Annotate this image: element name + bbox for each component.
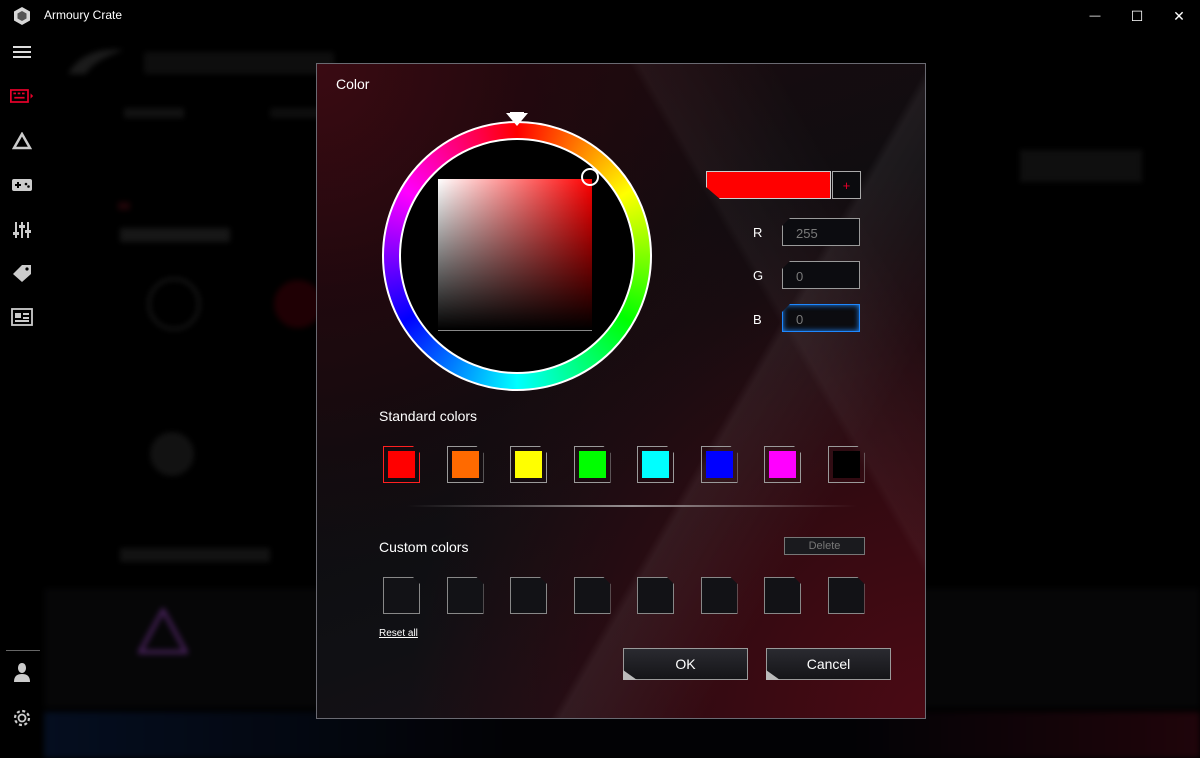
custom-colors-label: Custom colors: [379, 539, 469, 555]
user-icon[interactable]: [10, 660, 34, 684]
close-button[interactable]: ✕: [1158, 0, 1200, 32]
standard-color-swatch[interactable]: [574, 446, 611, 483]
standard-colors-label: Standard colors: [379, 408, 478, 424]
green-label: G: [753, 268, 764, 283]
swatch-color-fill: [706, 451, 733, 478]
cancel-button[interactable]: Cancel: [766, 648, 891, 680]
swatch-color-fill: [452, 451, 479, 478]
delete-button[interactable]: Delete: [784, 537, 865, 555]
equalizer-icon[interactable]: [10, 218, 34, 242]
blue-label: B: [753, 312, 762, 327]
section-divider: [407, 505, 857, 507]
maximize-icon: ☐: [1130, 7, 1144, 24]
standard-color-swatch[interactable]: [447, 446, 484, 483]
standard-color-swatch[interactable]: [828, 446, 865, 483]
aura-sync-icon[interactable]: [10, 129, 34, 153]
red-input[interactable]: 255: [782, 218, 860, 246]
keyboard-device-icon[interactable]: [10, 84, 34, 108]
custom-color-slot[interactable]: [637, 577, 674, 614]
close-icon: ✕: [1173, 7, 1185, 24]
green-input[interactable]: 0: [782, 261, 860, 289]
custom-color-slot[interactable]: [764, 577, 801, 614]
custom-color-slot[interactable]: [574, 577, 611, 614]
button-corner: [766, 670, 780, 680]
app-title: Armoury Crate: [44, 8, 123, 22]
swatch-color-fill: [833, 451, 860, 478]
background-heading-block: [120, 548, 270, 562]
red-label: R: [753, 225, 763, 240]
background-tab: [124, 108, 184, 118]
custom-color-slot[interactable]: [383, 577, 420, 614]
standard-color-swatch[interactable]: [701, 446, 738, 483]
saturation-marker-icon[interactable]: [581, 168, 599, 186]
swatch-color-fill: [642, 451, 669, 478]
background-effect-circle: [150, 432, 194, 476]
cancel-button-label: Cancel: [806, 656, 851, 672]
dialog-title: Color: [336, 76, 370, 92]
add-custom-color-button[interactable]: +: [832, 171, 861, 199]
blue-input[interactable]: 0: [782, 304, 860, 332]
menu-icon[interactable]: [10, 40, 34, 64]
custom-color-slot[interactable]: [510, 577, 547, 614]
background-button: [1020, 150, 1142, 182]
custom-color-slot[interactable]: [828, 577, 865, 614]
swatch-color-fill: [515, 451, 542, 478]
tag-icon[interactable]: [10, 261, 34, 285]
saturation-value-square[interactable]: [438, 179, 592, 330]
background-title-block: [144, 52, 334, 74]
swatch-color-fill: [388, 451, 415, 478]
minimize-button[interactable]: —: [1074, 0, 1116, 32]
sidebar-divider: [6, 650, 40, 651]
standard-color-swatch[interactable]: [764, 446, 801, 483]
gamepad-icon[interactable]: [10, 173, 34, 197]
rog-logo-icon: [68, 49, 124, 74]
swatch-color-fill: [579, 451, 606, 478]
ok-button-label: OK: [675, 656, 696, 672]
minimize-icon: —: [1089, 10, 1101, 22]
news-icon[interactable]: [10, 305, 34, 329]
color-wheel[interactable]: [382, 112, 652, 391]
custom-color-slot[interactable]: [701, 577, 738, 614]
reset-all-link[interactable]: Reset all: [379, 628, 418, 639]
title-bar: Armoury Crate — ☐ ✕: [0, 0, 1200, 32]
color-dialog: Color + R 255 G 0 B 0 Standard colors Cu…: [316, 63, 926, 719]
ok-button[interactable]: OK: [623, 648, 748, 680]
plus-icon: +: [842, 177, 851, 193]
hue-marker-base: [510, 112, 524, 116]
color-preview: [706, 171, 831, 199]
custom-color-slot[interactable]: [447, 577, 484, 614]
standard-color-swatch[interactable]: [510, 446, 547, 483]
sidebar: [0, 32, 44, 758]
armoury-crate-logo-icon: [14, 7, 30, 25]
sv-square-baseline: [438, 330, 592, 331]
background-effect-circle: [274, 280, 322, 328]
swatch-color-fill: [769, 451, 796, 478]
button-corner: [623, 670, 637, 680]
background-aura-icon: [138, 608, 188, 654]
standard-color-swatch[interactable]: [383, 446, 420, 483]
settings-icon[interactable]: [10, 706, 34, 730]
background-heading-block: [120, 228, 230, 242]
background-accent: [118, 202, 130, 210]
background-effect-circle: [148, 278, 200, 330]
maximize-button[interactable]: ☐: [1116, 0, 1158, 32]
standard-color-swatch[interactable]: [637, 446, 674, 483]
